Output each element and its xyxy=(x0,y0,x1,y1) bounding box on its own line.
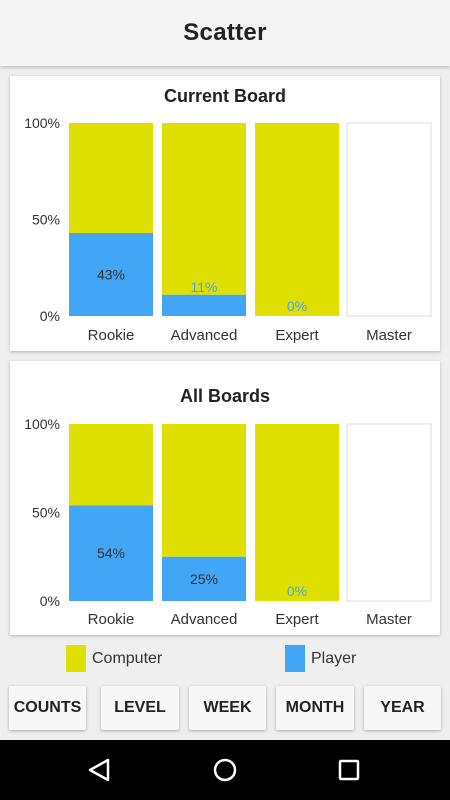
legend-item-computer: Computer xyxy=(66,645,162,672)
bar-computer-advanced xyxy=(162,424,246,557)
y-tick-label: 50% xyxy=(32,505,60,521)
category-label-advanced: Advanced xyxy=(171,327,238,344)
bar-player-advanced xyxy=(162,294,246,316)
bar-computer-expert xyxy=(255,424,339,601)
bar-empty-master xyxy=(346,122,432,317)
filter-button-row: COUNTS LEVEL WEEK MONTH YEAR xyxy=(0,686,450,732)
legend-swatch-computer xyxy=(66,645,86,672)
bar-empty-master xyxy=(346,423,432,602)
home-icon[interactable] xyxy=(213,758,237,782)
all-boards-plot: 100% 50% 0% 54% Rookie 25% Advanced 0% Expert Mas… xyxy=(24,416,432,628)
month-button[interactable]: MONTH xyxy=(276,686,354,730)
counts-button[interactable]: COUNTS xyxy=(9,686,86,730)
bar-computer-rookie xyxy=(69,424,153,506)
system-navbar xyxy=(0,740,450,800)
bar-computer-advanced xyxy=(162,123,246,295)
category-label-master: Master xyxy=(366,611,412,628)
app-header: Scatter xyxy=(0,0,450,66)
current-board-plot: 100% 50% 0% 43% Rookie 11% Advanced 0% Expert Mas… xyxy=(24,115,432,344)
year-button[interactable]: YEAR xyxy=(364,686,441,730)
recents-icon[interactable] xyxy=(338,759,360,781)
y-tick-label: 0% xyxy=(40,308,60,324)
y-tick-label: 100% xyxy=(24,416,60,432)
y-tick-label: 100% xyxy=(24,115,60,131)
data-label: 0% xyxy=(287,583,307,599)
category-label-expert: Expert xyxy=(275,611,319,628)
category-label-rookie: Rookie xyxy=(88,611,135,628)
legend-swatch-player xyxy=(285,645,305,672)
legend-label: Player xyxy=(311,649,357,667)
current-board-chart: Current Board 100% 50% 0% 43% Rookie 11% Advan… xyxy=(10,76,440,351)
data-label: 25% xyxy=(190,571,218,587)
app-title: Scatter xyxy=(183,19,267,46)
y-tick-label: 0% xyxy=(40,593,60,609)
legend: Computer Player xyxy=(0,642,450,678)
category-label-advanced: Advanced xyxy=(171,611,238,628)
legend-item-player: Player xyxy=(285,645,356,672)
category-label-rookie: Rookie xyxy=(88,327,135,344)
all-boards-chart: All Boards 100% 50% 0% 54% Rookie 25% Advanced… xyxy=(10,361,440,635)
data-label: 54% xyxy=(97,545,125,561)
week-button[interactable]: WEEK xyxy=(189,686,266,730)
y-tick-label: 50% xyxy=(32,212,60,228)
bar-computer-rookie xyxy=(69,123,153,234)
data-label: 43% xyxy=(97,267,125,283)
data-label: 11% xyxy=(191,279,218,295)
level-button[interactable]: LEVEL xyxy=(101,686,179,730)
bar-computer-expert xyxy=(255,123,339,316)
category-label-master: Master xyxy=(366,327,412,344)
category-label-expert: Expert xyxy=(275,327,319,344)
legend-label: Computer xyxy=(92,649,163,667)
data-label: 0% xyxy=(287,298,307,314)
back-icon[interactable] xyxy=(88,758,110,782)
